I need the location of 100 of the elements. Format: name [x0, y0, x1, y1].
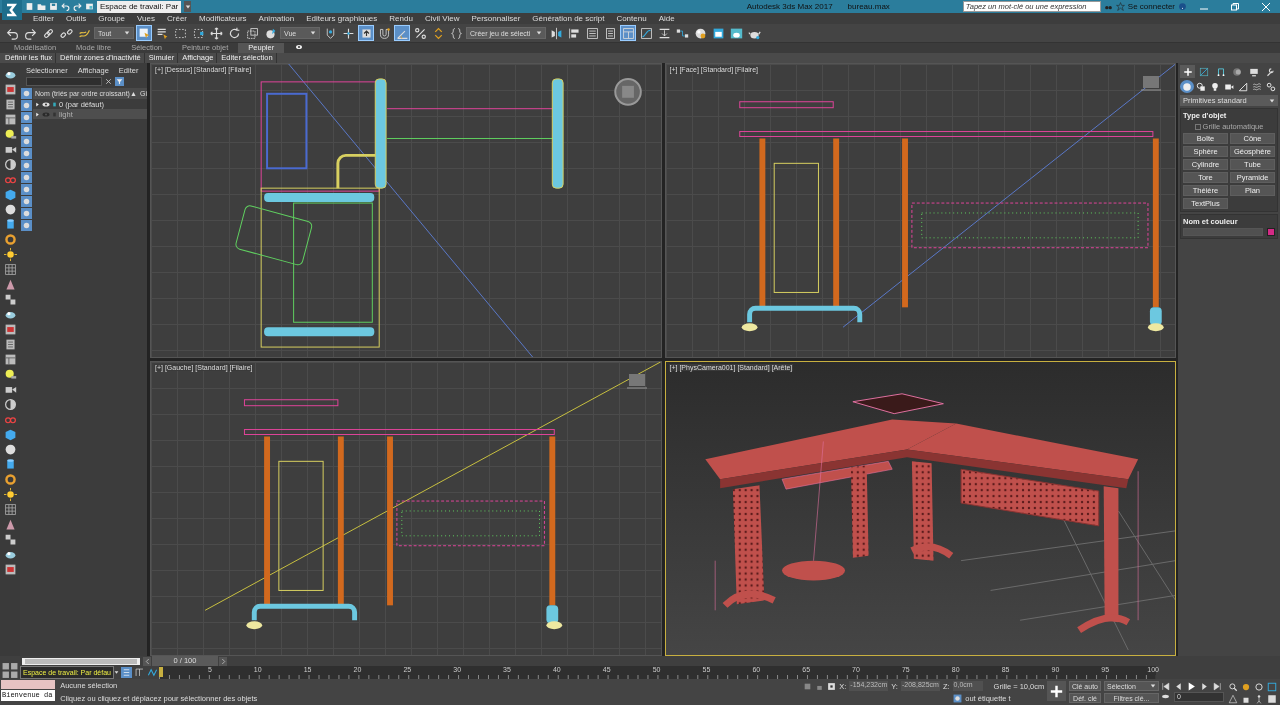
layers-icon[interactable] — [120, 667, 132, 678]
menu-item[interactable]: Groupe — [92, 13, 132, 24]
menu-item[interactable]: Animation — [252, 13, 301, 24]
caret-icon[interactable] — [113, 670, 119, 675]
add-key-button[interactable] — [1047, 681, 1066, 701]
isolate-icon[interactable] — [803, 681, 813, 691]
window-grid-button[interactable] — [620, 25, 637, 41]
menu-item[interactable]: Modificateurs — [193, 13, 253, 24]
motion-disc-icon — [1232, 66, 1243, 77]
sphere-tab[interactable] — [1180, 80, 1194, 93]
project-folder-icon[interactable] — [85, 2, 94, 11]
plus-tab[interactable] — [1180, 65, 1195, 78]
image-icon[interactable] — [3, 323, 17, 336]
document-icon[interactable] — [3, 98, 17, 111]
checker-icon[interactable] — [3, 293, 17, 306]
menu-item[interactable]: Créer — [161, 13, 193, 24]
viewport-layout-icon[interactable] — [0, 662, 20, 679]
arrow-cursor-button[interactable] — [136, 25, 152, 41]
torus-icon[interactable] — [3, 473, 17, 486]
tape-measure-icon — [1238, 81, 1248, 92]
dropdown-arrow-button[interactable] — [184, 1, 192, 12]
sphere-icon[interactable] — [3, 443, 17, 456]
clear-icon[interactable] — [104, 77, 113, 86]
key-mode-icon[interactable] — [1161, 692, 1170, 701]
checker-icon[interactable] — [3, 533, 17, 546]
menu-item[interactable]: Vues — [131, 13, 161, 24]
tape-measure-tab[interactable] — [1236, 80, 1250, 93]
half-disc-icon[interactable] — [3, 398, 17, 411]
menu-item[interactable]: Editer — [27, 13, 60, 24]
menu-item[interactable]: Contenu — [610, 13, 653, 24]
color-swatch[interactable] — [1267, 228, 1275, 236]
keyboard-shortcut-button[interactable] — [358, 25, 374, 41]
cube-icon[interactable] — [3, 188, 17, 201]
half-disc-icon[interactable] — [3, 158, 17, 171]
filter-field[interactable] — [26, 77, 102, 86]
eye-icon[interactable] — [42, 101, 50, 107]
walk-icon[interactable] — [1254, 694, 1264, 704]
zoom-all-icon[interactable] — [1241, 682, 1251, 692]
restore-icon[interactable] — [1231, 2, 1239, 11]
curve-editor-icon[interactable] — [146, 667, 158, 678]
viewcube-icon[interactable] — [1141, 74, 1161, 92]
keyboard-shortcut-icon — [359, 26, 373, 40]
sun-icon[interactable] — [3, 248, 17, 261]
plus-icon — [1182, 66, 1193, 77]
table-icon[interactable] — [3, 353, 17, 366]
cube-icon[interactable] — [3, 428, 17, 441]
scale-square-button[interactable] — [244, 25, 260, 41]
viewcube-icon[interactable] — [626, 372, 647, 390]
table-icon[interactable] — [3, 113, 17, 126]
undo-arrow-icon[interactable] — [61, 2, 70, 11]
menu-item[interactable]: Rendu — [383, 13, 419, 24]
horizontal-scrollbar[interactable] — [22, 657, 140, 665]
shapes-tab[interactable] — [1194, 80, 1208, 93]
material-sphere-icon — [693, 26, 707, 40]
grid-icon[interactable] — [3, 263, 17, 276]
open-folder-icon[interactable] — [37, 2, 46, 11]
time-tag-icon[interactable] — [953, 694, 963, 703]
dashed-rectangle-icon — [173, 26, 187, 40]
image-icon[interactable] — [3, 563, 17, 576]
next-frame-button[interactable] — [219, 656, 227, 666]
menu-item[interactable]: Outils — [59, 13, 93, 24]
percent-button[interactable] — [412, 25, 428, 41]
close-icon[interactable] — [1262, 2, 1270, 11]
field-of-view-icon[interactable] — [1228, 694, 1238, 704]
list-window-icon — [585, 26, 599, 40]
redo-arrow-icon[interactable] — [73, 2, 82, 11]
sphere-icon[interactable] — [3, 203, 17, 216]
gears-tab[interactable] — [1264, 80, 1278, 93]
menu-item[interactable]: Génération de script — [526, 13, 611, 24]
new-file-icon[interactable] — [25, 2, 34, 11]
curve-graph-button[interactable] — [638, 25, 655, 41]
menu-item[interactable]: Personnaliser — [465, 13, 527, 24]
torus-icon[interactable] — [3, 233, 17, 246]
list-window-button[interactable] — [584, 25, 601, 41]
zoom-icon[interactable] — [1228, 682, 1238, 692]
go-to-start-icon[interactable] — [1161, 682, 1170, 691]
menu-item[interactable]: Aide — [652, 13, 681, 24]
sign-in-button[interactable]: Se connecter — [1127, 2, 1175, 11]
chain-link-icon — [41, 26, 55, 40]
lightbulb-icon[interactable] — [3, 368, 17, 381]
document-icon[interactable] — [3, 338, 17, 351]
grid-icon[interactable] — [3, 503, 17, 516]
file-name: bureau.max — [847, 2, 890, 11]
star-icon[interactable] — [1115, 2, 1125, 11]
workspace-dropdown[interactable]: Espace de travail: Par — [97, 0, 182, 13]
maximize-viewport-icon[interactable] — [1267, 682, 1277, 692]
waves-tab[interactable] — [1250, 80, 1264, 93]
absolute-mode-icon[interactable] — [827, 681, 837, 691]
move-arrows-button[interactable] — [208, 25, 224, 41]
go-to-end-icon[interactable] — [1213, 682, 1222, 691]
name-field[interactable] — [1183, 228, 1263, 236]
viewcube-icon — [622, 85, 634, 98]
image-icon[interactable] — [3, 83, 17, 96]
sun-icon[interactable] — [3, 488, 17, 501]
lightbulb-icon[interactable] — [3, 128, 17, 141]
menu-item[interactable]: Editeurs graphiques — [300, 13, 384, 24]
filter-icon[interactable] — [115, 77, 124, 86]
menu-item[interactable]: Civil View — [418, 13, 466, 24]
hierarchy-icon[interactable] — [133, 667, 145, 678]
previous-frame-button[interactable] — [143, 656, 151, 666]
